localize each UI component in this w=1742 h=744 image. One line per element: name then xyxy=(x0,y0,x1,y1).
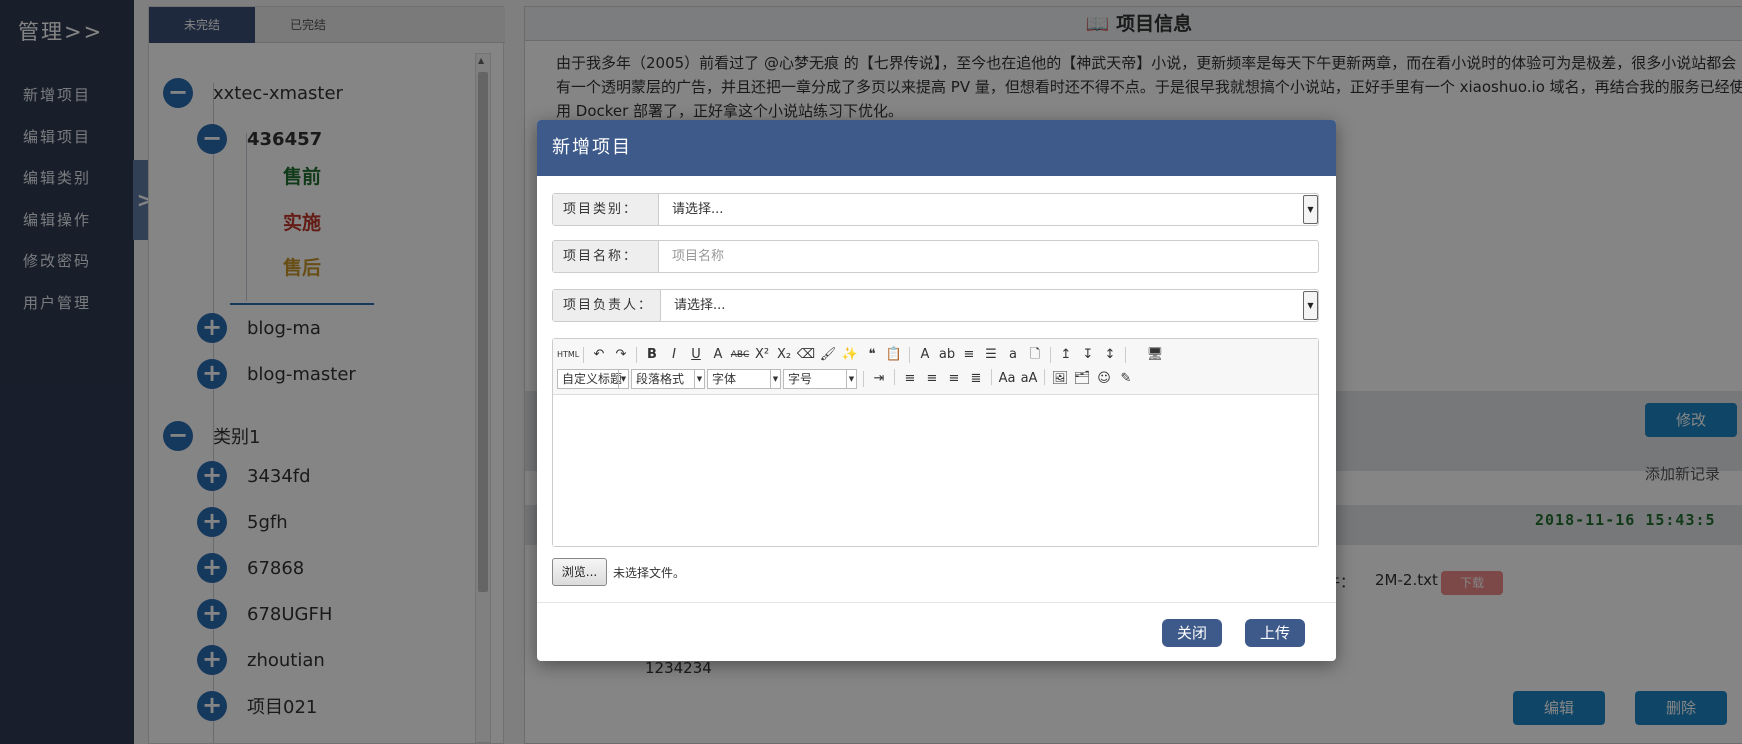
row-spacing-top-icon[interactable]: ↥ xyxy=(1055,345,1077,365)
align-right-icon[interactable]: ≡ xyxy=(943,369,965,389)
custom-title-select[interactable]: 自定义标题 ▼ xyxy=(557,369,629,389)
eraser-icon[interactable]: ⌫ xyxy=(795,345,817,365)
owner-select[interactable]: 请选择... ▼ xyxy=(661,290,1318,321)
editor-content-area[interactable] xyxy=(553,396,1318,546)
toolbar-separator xyxy=(583,347,584,363)
subscript-icon[interactable]: X₂ xyxy=(773,345,795,365)
anchor-icon[interactable]: a xyxy=(1002,345,1024,365)
owner-field: 项目负责人： 请选择... ▼ xyxy=(552,289,1319,322)
toolbar-separator xyxy=(894,369,895,385)
chevron-down-icon[interactable]: ▼ xyxy=(694,370,704,388)
upload-button[interactable]: 上传 xyxy=(1245,619,1305,647)
project-name-label: 项目名称： xyxy=(553,241,659,272)
dialog-title: 新增项目 xyxy=(537,120,1336,176)
toolbar-separator xyxy=(991,369,992,385)
combo-label: 字号 xyxy=(788,372,813,386)
project-name-field: 项目名称： 项目名称 xyxy=(552,240,1319,273)
fullscreen-icon[interactable]: 🖥 xyxy=(1144,345,1166,365)
browse-button[interactable]: 浏览... xyxy=(552,558,607,586)
project-name-input[interactable]: 项目名称 xyxy=(659,241,1318,272)
chevron-down-icon[interactable]: ▼ xyxy=(770,370,780,388)
italic-icon[interactable]: I xyxy=(663,345,685,365)
close-button[interactable]: 关闭 xyxy=(1162,619,1222,647)
font-family-select[interactable]: 字体 ▼ xyxy=(707,369,781,389)
chevron-down-icon[interactable]: ▼ xyxy=(1303,291,1318,320)
underline-icon[interactable]: U xyxy=(685,345,707,365)
align-justify-icon[interactable]: ≣ xyxy=(965,369,987,389)
editor-toolbar: HTML ↶ ↷ B I U A ABC X² X₂ ⌫ 🖌 ✨ ❝ 📋 Aab ≡ ☰ a 🗋 ↥ ↧ ↕ 🖥 自定义标题 … xyxy=(553,339,1318,395)
auto-format-icon[interactable]: ✨ xyxy=(839,345,861,365)
line-height-icon[interactable]: ↕ xyxy=(1099,345,1121,365)
file-upload-row: 浏览... 未选择文件。 xyxy=(552,558,685,586)
editor-toolbar-row: 自定义标题 ▼ 段落格式 ▼ 字体 ▼ 字号 ▼ ⇥ ≡ ≡ ≡ ≣ Aa aA 🖼 🗂 ☺ ✎ xyxy=(557,367,1137,391)
font-size-select[interactable]: 字号 ▼ xyxy=(783,369,857,389)
image-icon[interactable]: 🖼 xyxy=(1049,369,1071,389)
ordered-list-icon[interactable]: ≡ xyxy=(958,345,980,365)
toolbar-separator xyxy=(636,347,637,363)
paragraph-format-select[interactable]: 段落格式 ▼ xyxy=(631,369,705,389)
chevron-down-icon[interactable]: ▼ xyxy=(846,370,856,388)
blockquote-icon[interactable]: ❝ xyxy=(861,345,883,365)
to-lowercase-icon[interactable]: aA xyxy=(1018,369,1040,389)
owner-select-value: 请选择... xyxy=(674,298,726,313)
chevron-down-icon[interactable]: ▼ xyxy=(618,370,628,388)
toolbar-separator xyxy=(863,371,864,387)
superscript-icon[interactable]: X² xyxy=(751,345,773,365)
editor-toolbar-row: HTML ↶ ↷ B I U A ABC X² X₂ ⌫ 🖌 ✨ ❝ 📋 Aab ≡ ☰ a 🗋 ↥ ↧ ↕ 🖥 xyxy=(557,343,1166,367)
format-brush-icon[interactable]: 🖌 xyxy=(817,345,839,365)
row-spacing-bottom-icon[interactable]: ↧ xyxy=(1077,345,1099,365)
bold-icon[interactable]: B xyxy=(641,345,663,365)
indent-icon[interactable]: ⇥ xyxy=(868,369,890,389)
multi-image-icon[interactable]: 🗂 xyxy=(1071,369,1093,389)
new-page-icon[interactable]: 🗋 xyxy=(1024,345,1046,365)
paste-text-icon[interactable]: 📋 xyxy=(883,345,905,365)
combo-label: 自定义标题 xyxy=(562,372,623,386)
toolbar-separator xyxy=(1125,347,1126,363)
align-left-icon[interactable]: ≡ xyxy=(899,369,921,389)
to-uppercase-icon[interactable]: Aa xyxy=(996,369,1018,389)
toolbar-icon-group: ⇥ ≡ ≡ ≡ ≣ Aa aA 🖼 🗂 ☺ ✎ xyxy=(868,369,1137,389)
backcolor-icon[interactable]: ab xyxy=(936,345,958,365)
category-select[interactable]: 请选择... ▼ xyxy=(659,194,1318,225)
undo-icon[interactable]: ↶ xyxy=(588,345,610,365)
new-project-dialog: 新增项目 项目类别： 请选择... ▼ 项目名称： 项目名称 项目负责人： 请选… xyxy=(537,120,1336,661)
toolbar-separator xyxy=(1044,369,1045,385)
category-field: 项目类别： 请选择... ▼ xyxy=(552,193,1319,226)
strikethrough-icon[interactable]: ABC xyxy=(729,345,751,365)
html-icon[interactable]: HTML xyxy=(557,345,579,365)
category-select-value: 请选择... xyxy=(672,202,724,217)
redo-icon[interactable]: ↷ xyxy=(610,345,632,365)
emoticon-icon[interactable]: ☺ xyxy=(1093,369,1115,389)
rich-text-editor: HTML ↶ ↷ B I U A ABC X² X₂ ⌫ 🖌 ✨ ❝ 📋 Aab ≡ ☰ a 🗋 ↥ ↧ ↕ 🖥 自定义标题 … xyxy=(552,338,1319,547)
combo-label: 段落格式 xyxy=(636,372,685,386)
scrawl-icon[interactable]: ✎ xyxy=(1115,369,1137,389)
align-center-icon[interactable]: ≡ xyxy=(921,369,943,389)
unordered-list-icon[interactable]: ☰ xyxy=(980,345,1002,365)
combo-label: 字体 xyxy=(712,372,737,386)
chevron-down-icon[interactable]: ▼ xyxy=(1303,195,1318,224)
toolbar-separator xyxy=(1050,347,1051,363)
font-border-icon[interactable]: A xyxy=(707,345,729,365)
category-label: 项目类别： xyxy=(553,194,659,225)
toolbar-separator xyxy=(909,347,910,363)
forecolor-icon[interactable]: A xyxy=(914,345,936,365)
dialog-footer-divider xyxy=(537,602,1336,603)
owner-label: 项目负责人： xyxy=(553,290,661,321)
file-status: 未选择文件。 xyxy=(613,565,686,580)
